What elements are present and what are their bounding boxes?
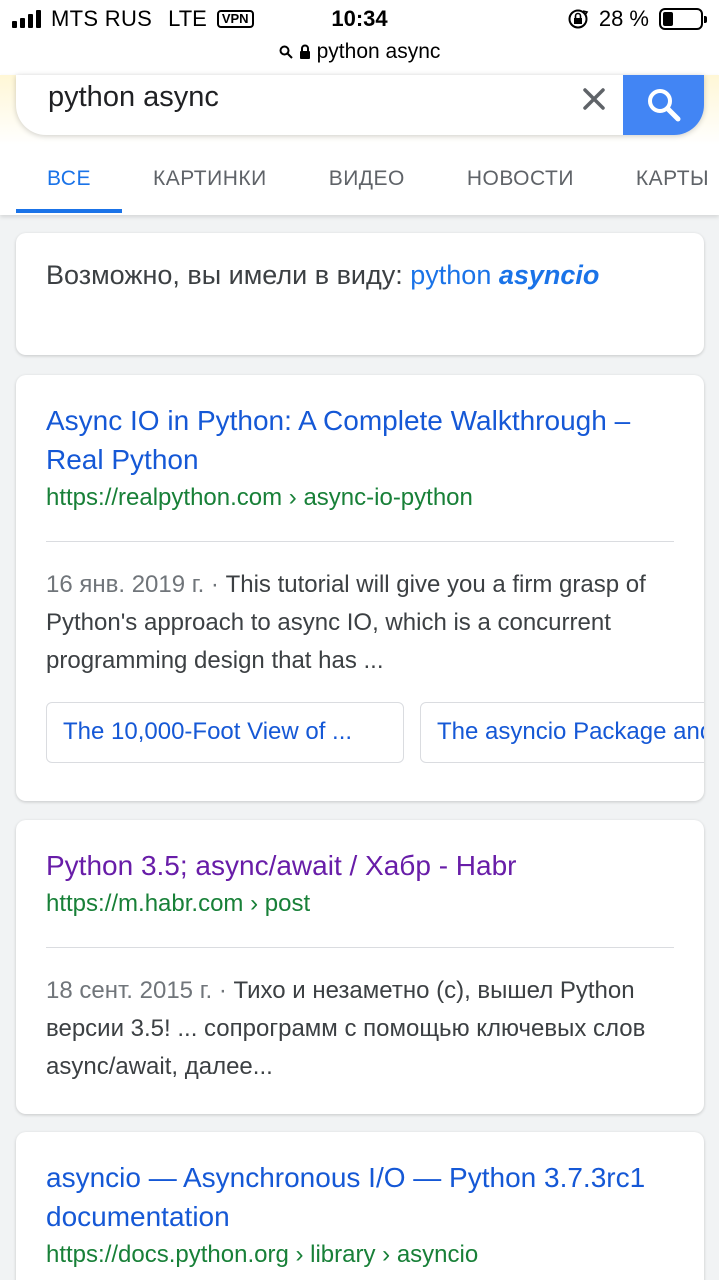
result-date: 16 янв. 2019 г. · bbox=[46, 571, 219, 598]
close-icon bbox=[583, 88, 605, 110]
did-you-mean-link[interactable]: python asyncio bbox=[410, 260, 599, 290]
result-url[interactable]: https://m.habr.com › post bbox=[46, 889, 674, 919]
sitelink-button[interactable]: The asyncio Package and ... bbox=[420, 702, 704, 763]
suggestion-word-1: python bbox=[410, 260, 492, 290]
result-url[interactable]: https://realpython.com › async-io-python bbox=[46, 483, 674, 513]
address-bar[interactable]: python async bbox=[0, 40, 719, 64]
battery-icon bbox=[659, 8, 707, 30]
search-small-icon bbox=[279, 45, 293, 59]
search-input[interactable]: python async bbox=[48, 81, 219, 114]
suggestion-word-2: asyncio bbox=[498, 260, 600, 290]
search-tabs: ВСЕ КАРТИНКИ ВИДЕО НОВОСТИ КАРТЫ bbox=[16, 153, 719, 215]
lock-icon bbox=[299, 44, 310, 59]
clear-search-button[interactable] bbox=[564, 75, 624, 123]
status-bar: MTS RUS LTE VPN 10:34 28 % python async bbox=[0, 0, 719, 75]
result-card: Python 3.5; async/await / Хабр - Habr ht… bbox=[16, 820, 704, 1114]
divider bbox=[46, 947, 674, 948]
result-snippet: 18 сент. 2015 г. · Тихо и незаметно (с),… bbox=[46, 972, 674, 1086]
divider bbox=[46, 541, 674, 542]
result-date: 18 сент. 2015 г. · bbox=[46, 977, 227, 1004]
search-icon bbox=[647, 89, 680, 122]
tab-news[interactable]: НОВОСТИ bbox=[436, 153, 605, 215]
tab-images[interactable]: КАРТИНКИ bbox=[122, 153, 298, 215]
did-you-mean-prefix: Возможно, вы имели в виду: bbox=[46, 260, 403, 290]
search-box[interactable]: python async bbox=[16, 75, 704, 135]
tab-video[interactable]: ВИДЕО bbox=[298, 153, 436, 215]
result-card: asyncio — Asynchronous I/O — Python 3.7.… bbox=[16, 1132, 704, 1280]
result-url[interactable]: https://docs.python.org › library › asyn… bbox=[46, 1240, 674, 1270]
status-right: 28 % bbox=[567, 6, 707, 32]
search-header: python async ВСЕ КАРТИНКИ ВИДЕО НОВОСТИ … bbox=[0, 75, 719, 215]
address-text: python async bbox=[316, 40, 441, 63]
result-title-link[interactable]: asyncio — Asynchronous I/O — Python 3.7.… bbox=[46, 1158, 674, 1236]
rotation-lock-icon bbox=[568, 9, 589, 29]
battery-fill bbox=[663, 12, 674, 26]
battery-percent: 28 % bbox=[598, 6, 649, 31]
sitelinks: The 10,000-Foot View of ... The asyncio … bbox=[46, 702, 704, 763]
result-title-link[interactable]: Async IO in Python: A Complete Walkthrou… bbox=[46, 401, 674, 479]
result-card: Async IO in Python: A Complete Walkthrou… bbox=[16, 375, 704, 801]
result-title-link[interactable]: Python 3.5; async/await / Хабр - Habr bbox=[46, 846, 674, 885]
did-you-mean-card: Возможно, вы имели в виду: python asynci… bbox=[16, 233, 704, 355]
tab-all[interactable]: ВСЕ bbox=[16, 153, 122, 215]
tab-maps[interactable]: КАРТЫ bbox=[605, 153, 719, 215]
sitelink-button[interactable]: The 10,000-Foot View of ... bbox=[46, 702, 404, 763]
search-button[interactable] bbox=[623, 75, 704, 135]
result-snippet: 16 янв. 2019 г. · This tutorial will giv… bbox=[46, 566, 674, 680]
